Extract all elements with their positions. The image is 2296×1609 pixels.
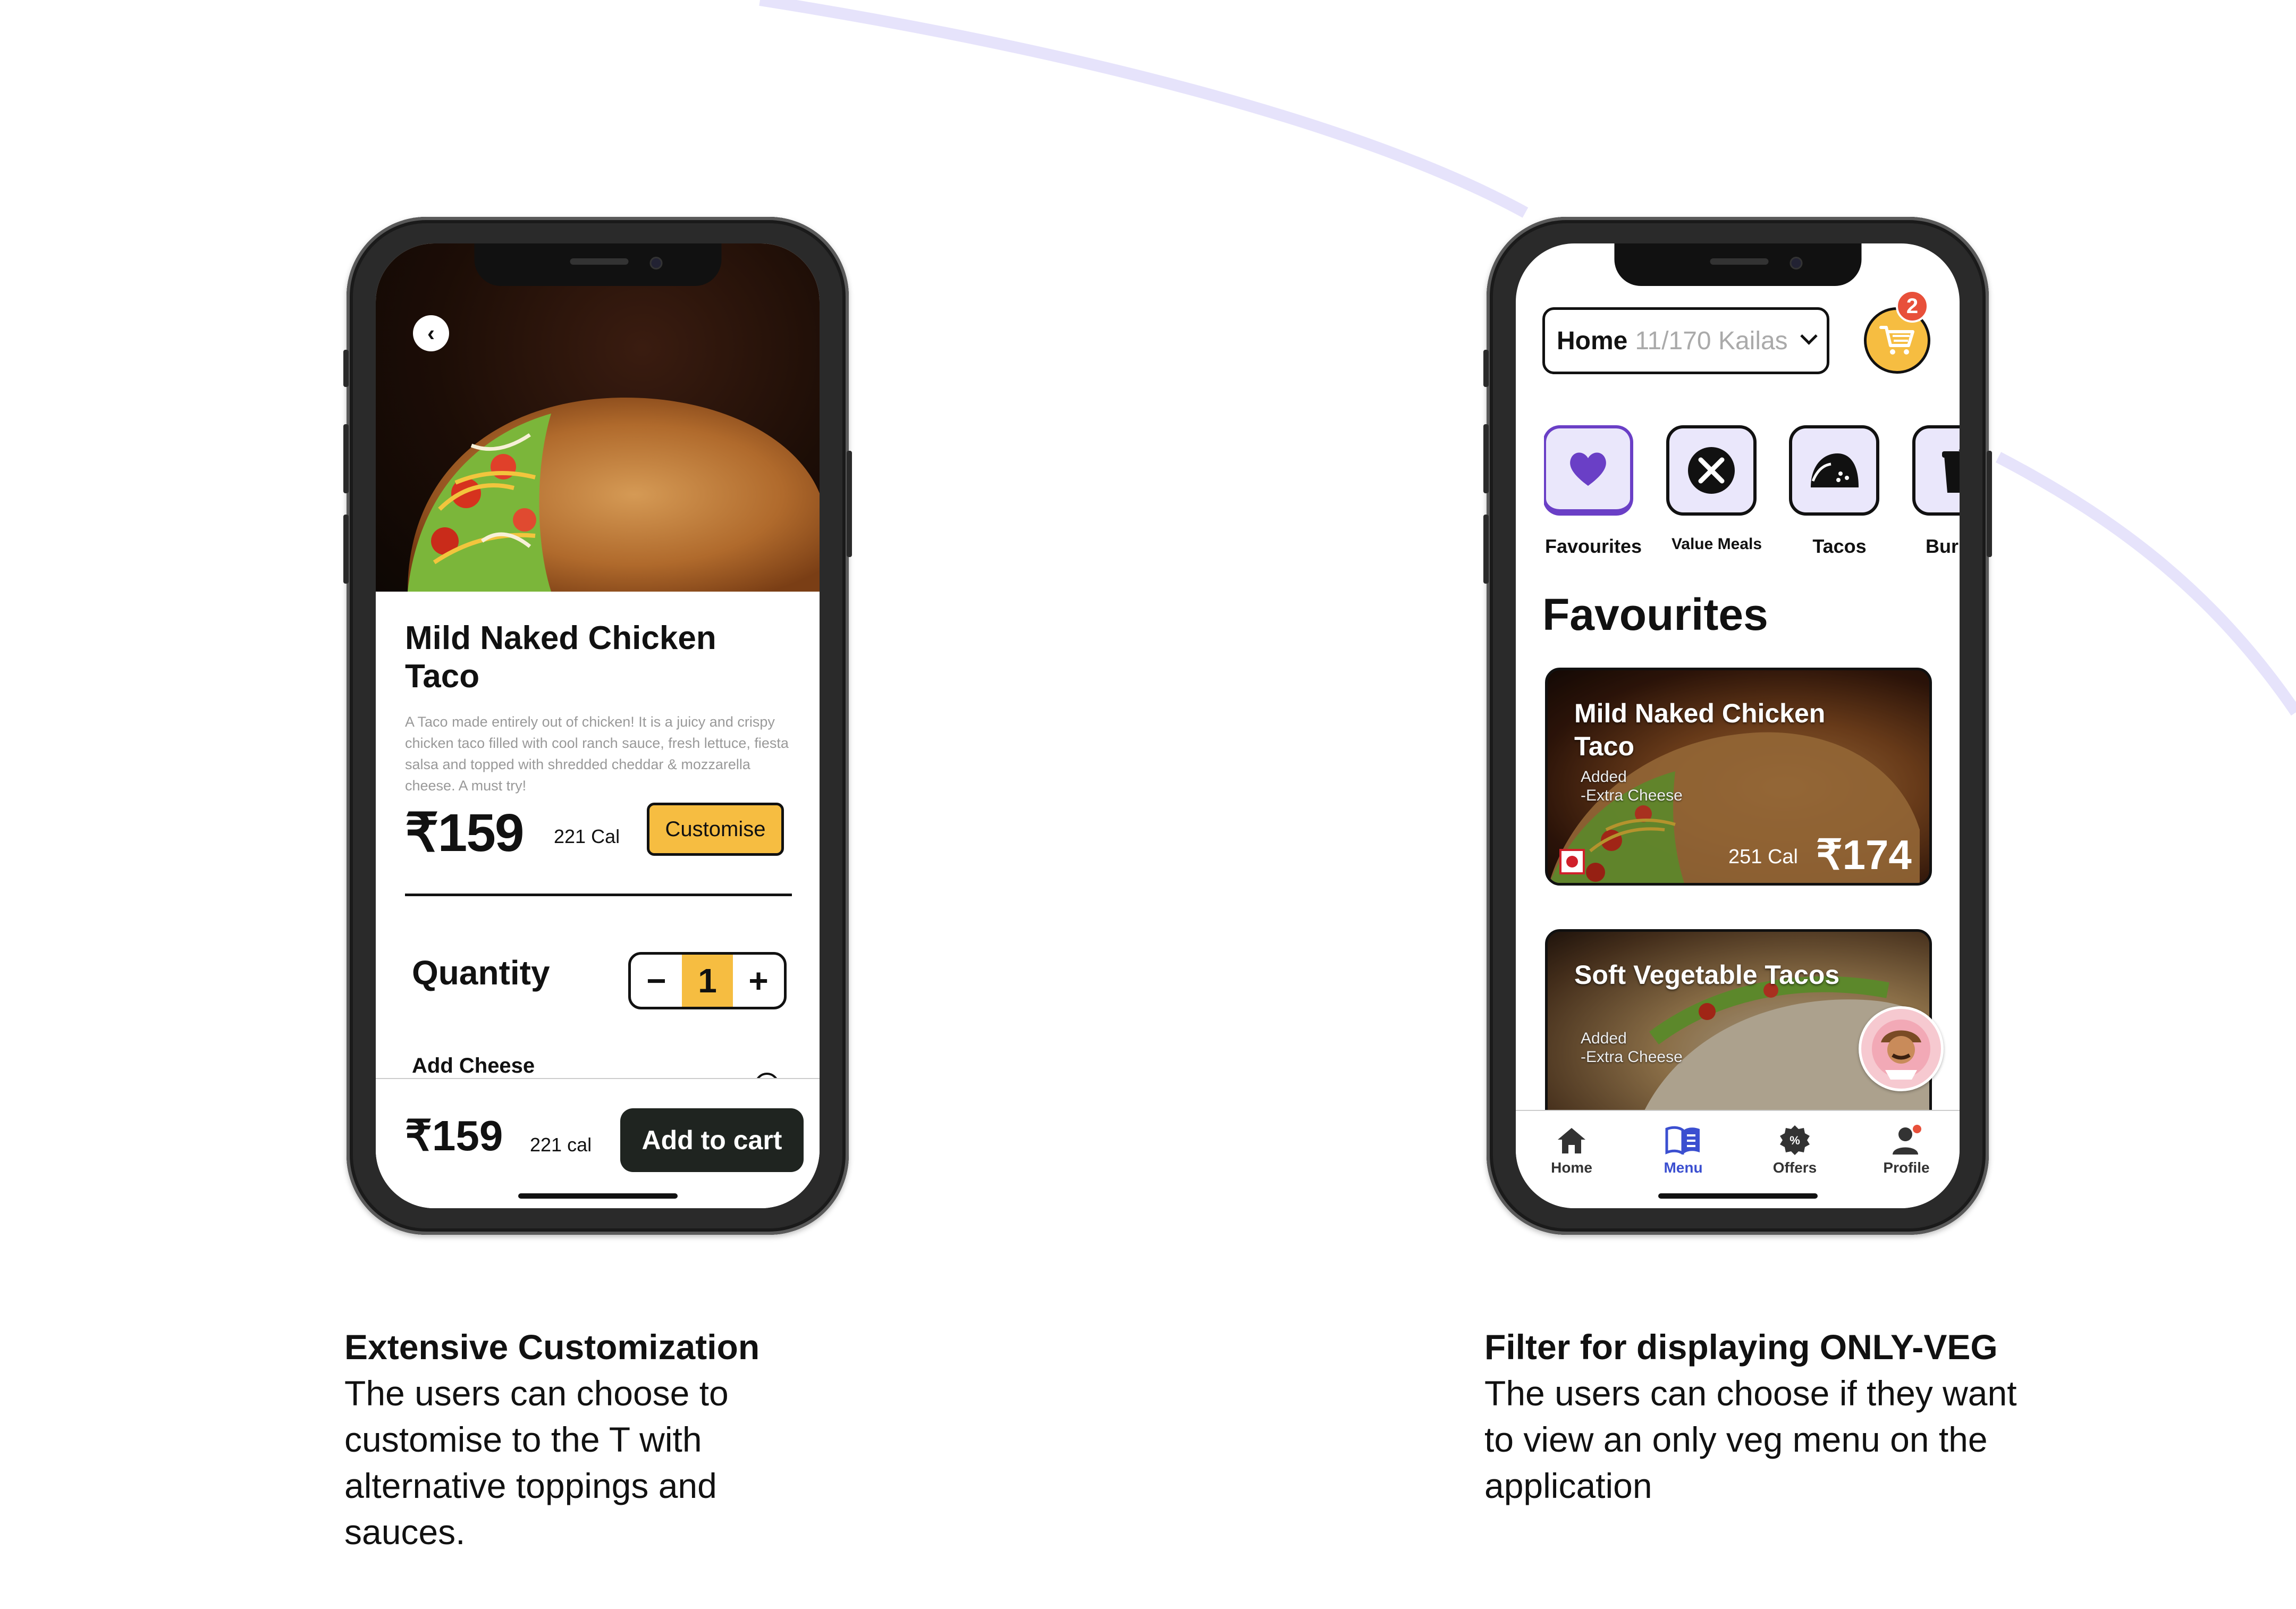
quantity-stepper: − 1 + (628, 952, 787, 1009)
product-calories: 221 Cal (554, 825, 620, 847)
cup-icon (1942, 449, 1960, 493)
product-description: A Taco made entirely out of chicken! It … (405, 714, 789, 794)
back-button[interactable]: ‹ (413, 315, 449, 351)
home-indicator (1658, 1193, 1818, 1199)
footer-calories: 221 cal (530, 1134, 592, 1156)
cart-icon (1879, 325, 1914, 355)
menu-book-icon (1665, 1126, 1700, 1155)
card-calories: 251 Cal (1728, 846, 1798, 868)
cart-footer: ₹159 221 cal Add to cart (376, 1078, 820, 1208)
add-cheese-label: Add Cheese (412, 1054, 535, 1077)
address-detail: 11/170 Kailas (1635, 326, 1788, 355)
section-title: Favourites (1542, 589, 1768, 639)
card-added-item: -Extra Cheese (1581, 1048, 1683, 1066)
card-added-item: -Extra Cheese (1581, 787, 1683, 804)
phone-menu: Home 11/170 Kailas 2 Favourites Value Me… (1483, 217, 1992, 1235)
address-selector[interactable]: Home 11/170 Kailas (1542, 307, 1829, 374)
menu-screen: Home 11/170 Kailas 2 Favourites Value Me… (1516, 243, 1960, 1208)
non-veg-icon (1559, 849, 1585, 874)
footer-price: ₹159 (405, 1112, 503, 1159)
card-added-label: Added (1581, 1030, 1627, 1047)
tab-menu[interactable]: Menu (1643, 1124, 1723, 1176)
caption-body: The users can choose if they want to vie… (1484, 1374, 2017, 1505)
address-title: Home (1557, 326, 1628, 355)
card-title: Soft Vegetable Tacos (1574, 960, 1840, 990)
add-to-cart-button[interactable]: Add to cart (620, 1108, 804, 1172)
mascot-icon (1872, 1020, 1930, 1080)
customise-button[interactable]: Customise (647, 803, 784, 856)
chevron-left-icon: ‹ (427, 321, 435, 346)
tab-label: Profile (1883, 1159, 1930, 1176)
product-detail-screen: ‹ Mild Naked Chicken Taco A Taco made en… (376, 243, 820, 1208)
caption-title: Extensive Customization (344, 1327, 760, 1367)
category-favourites[interactable]: Favourites (1544, 425, 1657, 557)
category-label: Value Meals (1671, 535, 1762, 553)
card-added-label: Added (1581, 768, 1627, 786)
card-price: ₹174 (1816, 831, 1912, 878)
notch (1614, 243, 1861, 286)
caption-veg-filter: Filter for displaying ONLY-VEG The users… (1484, 1324, 2017, 1509)
phone-product-detail: ‹ Mild Naked Chicken Taco A Taco made en… (343, 217, 852, 1235)
category-label: Tacos (1812, 535, 1867, 557)
offers-badge-icon: % (1780, 1125, 1810, 1155)
product-hero-image: ‹ (376, 243, 820, 592)
category-label: Burritos (1925, 535, 1960, 557)
home-icon (1558, 1128, 1585, 1153)
quantity-label: Quantity (412, 954, 550, 992)
category-label: Favourites (1544, 535, 1642, 557)
fork-knife-icon (1688, 447, 1735, 494)
product-price: ₹159 (405, 803, 524, 863)
category-value-meals[interactable]: Value Meals (1653, 425, 1780, 553)
svg-text:%: % (1789, 1134, 1800, 1147)
caption-customization: Extensive Customization The users can ch… (344, 1324, 876, 1555)
favourite-card[interactable]: Mild Naked Chicken Taco Added -Extra Che… (1545, 668, 1932, 886)
product-title: Mild Naked Chicken Taco (405, 620, 716, 695)
divider (405, 894, 792, 896)
taco-image (408, 398, 820, 592)
tab-offers[interactable]: % Offers (1755, 1124, 1835, 1176)
quantity-value: 1 (682, 955, 733, 1007)
heart-icon (1570, 452, 1606, 486)
profile-icon (1893, 1125, 1921, 1155)
increment-button[interactable]: + (733, 955, 784, 1007)
taco-icon (1811, 453, 1859, 487)
tab-home[interactable]: Home (1532, 1124, 1611, 1176)
caption-title: Filter for displaying ONLY-VEG (1484, 1327, 1998, 1367)
tab-profile[interactable]: Profile (1867, 1124, 1946, 1176)
tab-label: Menu (1664, 1159, 1703, 1176)
mascot-chat-button[interactable] (1859, 1006, 1944, 1091)
caption-body: The users can choose to customise to the… (344, 1374, 729, 1552)
card-title: Mild Naked Chicken Taco (1574, 698, 1826, 761)
category-tacos[interactable]: Tacos (1776, 425, 1903, 557)
notch (474, 243, 721, 286)
chevron-down-icon (1800, 327, 1818, 345)
tab-label: Offers (1772, 1159, 1817, 1176)
home-indicator (518, 1193, 678, 1199)
tab-label: Home (1551, 1159, 1592, 1176)
category-burritos[interactable]: Burritos (1899, 425, 1960, 557)
decrement-button[interactable]: − (631, 955, 682, 1007)
category-carousel: Favourites Value Meals Tacos Bur (1544, 425, 1960, 569)
cart-count-badge: 2 (1896, 290, 1929, 323)
